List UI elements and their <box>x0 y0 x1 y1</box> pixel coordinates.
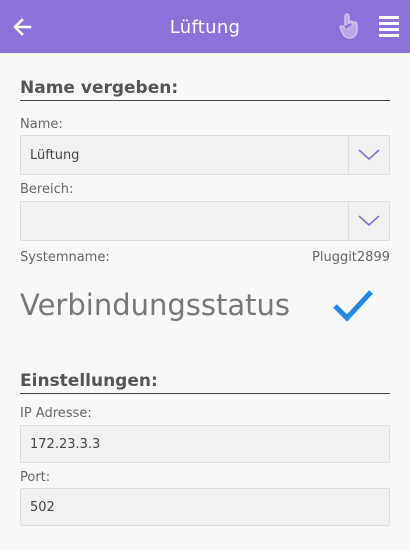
name-value: Lüftung <box>30 148 80 163</box>
name-label: Name: <box>20 117 63 132</box>
systemname-label: Systemname: <box>20 250 110 265</box>
port-label: Port: <box>20 470 51 485</box>
chevron-down-icon <box>358 149 380 161</box>
top-bar: Lüftung <box>0 0 410 53</box>
systemname-value: Pluggit2899 <box>312 250 390 265</box>
section-title-name: Name vergeben: <box>20 78 390 101</box>
port-input[interactable]: 502 <box>20 488 390 526</box>
ip-value: 172.23.3.3 <box>30 437 101 452</box>
menu-icon <box>379 16 399 37</box>
bereich-dropdown-button[interactable] <box>348 202 389 240</box>
port-value: 502 <box>30 500 55 515</box>
hand-button[interactable] <box>337 12 361 40</box>
bereich-label: Bereich: <box>20 182 74 197</box>
chevron-down-icon <box>358 215 380 227</box>
section-title-settings: Einstellungen: <box>20 371 390 394</box>
menu-button[interactable] <box>377 15 401 37</box>
bereich-select[interactable] <box>20 201 390 241</box>
name-select[interactable]: Lüftung <box>20 135 390 175</box>
hand-pointer-icon <box>339 13 358 39</box>
connection-status-label: Verbindungsstatus <box>20 288 290 322</box>
checkmark-icon <box>333 290 373 322</box>
name-dropdown-button[interactable] <box>348 136 389 174</box>
ip-label: IP Adresse: <box>20 406 92 421</box>
ip-input[interactable]: 172.23.3.3 <box>20 425 390 463</box>
